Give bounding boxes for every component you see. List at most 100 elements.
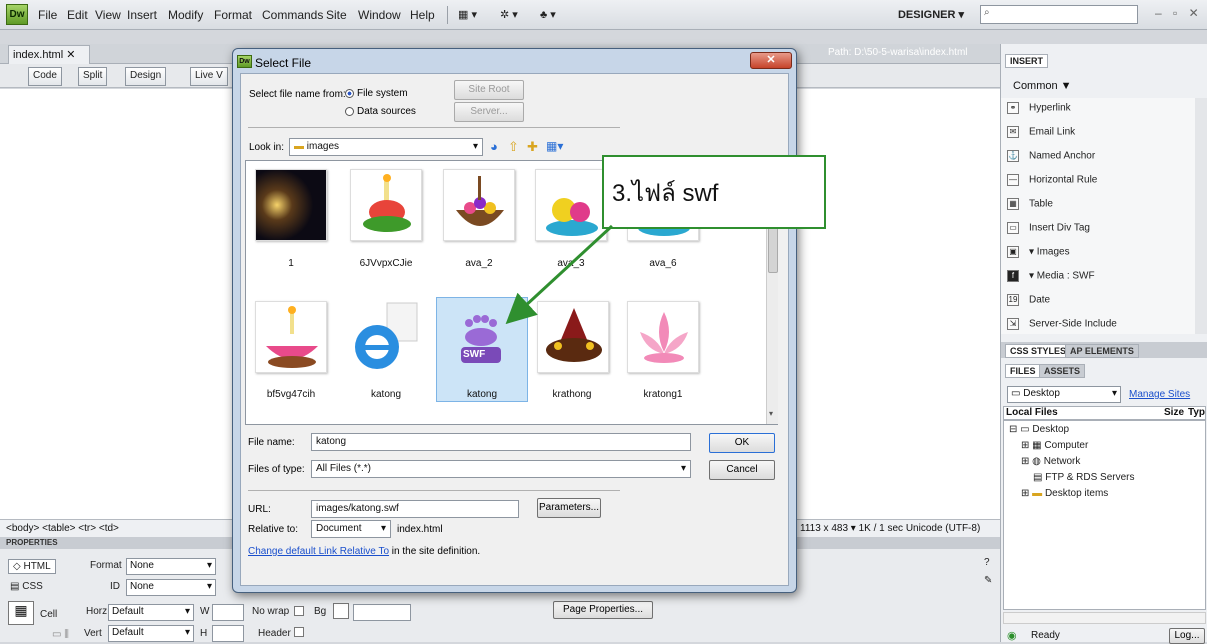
- tag-selector[interactable]: <body> <table> <tr> <td>: [6, 523, 119, 534]
- insert-named-anchor[interactable]: ⚓ Named Anchor: [1007, 150, 1095, 162]
- bg-color-input[interactable]: [353, 604, 411, 621]
- site-select[interactable]: ▭ Desktop ▾: [1007, 386, 1121, 403]
- up-folder-icon[interactable]: ⇧: [508, 139, 519, 155]
- callout-arrow: [505, 224, 614, 325]
- menu-view[interactable]: View: [95, 8, 121, 22]
- extend-menu-icon[interactable]: ✲ ▾: [500, 8, 518, 21]
- html-mode-button[interactable]: ◇ HTML: [8, 559, 56, 574]
- css-styles-tab[interactable]: CSS STYLES: [1005, 344, 1072, 358]
- menu-window[interactable]: Window: [358, 8, 401, 22]
- insert-hyperlink[interactable]: ⚭ Hyperlink: [1007, 102, 1071, 114]
- local-files-col[interactable]: Local Files: [1006, 407, 1058, 418]
- help-icon[interactable]: ?: [984, 557, 990, 568]
- insert-date[interactable]: 19 Date: [1007, 294, 1050, 306]
- file-name-input[interactable]: katong: [311, 433, 691, 451]
- id-select[interactable]: None ▾: [126, 579, 216, 596]
- site-menu-icon[interactable]: ♣ ▾: [540, 8, 556, 21]
- menu-format[interactable]: Format: [214, 8, 252, 22]
- change-default-link[interactable]: Change default Link Relative To: [248, 546, 389, 557]
- design-view-button[interactable]: Design: [125, 67, 167, 86]
- view-menu-icon[interactable]: ▦▾: [546, 139, 563, 153]
- close-tab-icon[interactable]: ✕: [66, 49, 75, 61]
- horz-label: Horz: [86, 606, 108, 617]
- menu-help[interactable]: Help: [410, 8, 435, 22]
- tab-index-html[interactable]: index.html ✕: [8, 45, 90, 64]
- css-mode-button[interactable]: ▤ CSS: [10, 581, 43, 592]
- cell-icon[interactable]: ▦: [8, 601, 34, 625]
- tree-desktop-items[interactable]: ⊞ ▬ Desktop items: [1021, 488, 1108, 499]
- menu-site[interactable]: Site: [326, 8, 347, 22]
- file-thumb-katong-html[interactable]: [347, 301, 419, 373]
- tree-computer[interactable]: ⊞ ▦ Computer: [1021, 440, 1088, 451]
- data-sources-radio[interactable]: Data sources: [345, 106, 416, 117]
- new-folder-icon[interactable]: ✚: [527, 139, 538, 155]
- files-hscrollbar[interactable]: [1003, 612, 1206, 624]
- chevron-down-icon: ▾: [184, 627, 190, 638]
- horz-select[interactable]: Default ▾: [108, 604, 194, 621]
- assets-tab[interactable]: ASSETS: [1039, 364, 1086, 378]
- insert-scrollbar[interactable]: [1195, 98, 1207, 334]
- tree-label: Network: [1043, 456, 1081, 467]
- look-in-select[interactable]: ▬ images ▾: [289, 138, 483, 156]
- back-icon[interactable]: ◕: [490, 139, 498, 154]
- insert-panel-tab[interactable]: INSERT: [1005, 54, 1049, 68]
- layout-menu-icon[interactable]: ▦ ▾: [458, 8, 477, 21]
- css-icon: ▤: [10, 581, 23, 592]
- dialog-close-button[interactable]: ✕: [750, 52, 792, 69]
- menu-insert[interactable]: Insert: [127, 8, 157, 22]
- cancel-button[interactable]: Cancel: [709, 460, 775, 480]
- ok-button[interactable]: OK: [709, 433, 775, 453]
- vert-select[interactable]: Default ▾: [108, 625, 194, 642]
- search-input[interactable]: ⌕: [980, 5, 1138, 24]
- page-properties-button[interactable]: Page Properties...: [553, 601, 653, 619]
- merge-split-icon[interactable]: ▭ ⫼: [52, 629, 69, 640]
- file-type-select[interactable]: All Files (*.*) ▾: [311, 460, 691, 478]
- height-input[interactable]: [212, 625, 244, 642]
- tree-network[interactable]: ⊞ ◍ Network: [1021, 456, 1080, 467]
- menu-commands[interactable]: Commands: [262, 8, 323, 22]
- relative-to-select[interactable]: Document ▾: [311, 520, 391, 538]
- nowrap-checkbox[interactable]: [294, 606, 304, 616]
- html-icon: ◇: [13, 561, 24, 572]
- file-thumb-6jvvpxcjie[interactable]: [350, 169, 422, 241]
- ap-elements-tab[interactable]: AP ELEMENTS: [1065, 344, 1139, 358]
- files-tab[interactable]: FILES: [1005, 364, 1041, 378]
- url-input[interactable]: images/katong.swf: [311, 500, 519, 518]
- scroll-down-icon[interactable]: ▾: [769, 409, 773, 418]
- insert-category-select[interactable]: Common ▼: [1013, 80, 1072, 92]
- type-col[interactable]: Typ: [1188, 407, 1205, 418]
- menu-file[interactable]: File: [38, 8, 57, 22]
- window-size[interactable]: 1113 x 483 ▾ 1K / 1 sec Unicode (UTF-8): [800, 523, 980, 534]
- file-system-radio[interactable]: File system: [345, 88, 408, 99]
- manage-sites-link[interactable]: Manage Sites: [1129, 389, 1190, 400]
- quick-tag-editor-icon[interactable]: ✎: [984, 575, 992, 586]
- insert-horizontal-rule[interactable]: ― Horizontal Rule: [1007, 174, 1097, 186]
- workspace-switcher[interactable]: DESIGNER ▾: [886, 5, 976, 25]
- menu-modify[interactable]: Modify: [168, 8, 203, 22]
- insert-media-swf[interactable]: f ▾ Media : SWF: [1007, 270, 1095, 282]
- file-thumb-1[interactable]: [255, 169, 327, 241]
- live-view-button[interactable]: Live V: [190, 67, 228, 86]
- insert-email-link[interactable]: ✉ Email Link: [1007, 126, 1075, 138]
- file-thumb-kratong1[interactable]: [627, 301, 699, 373]
- nowrap-label: No wrap: [252, 606, 290, 617]
- tree-ftp[interactable]: ▤ FTP & RDS Servers: [1033, 472, 1135, 483]
- width-input[interactable]: [212, 604, 244, 621]
- insert-ssi[interactable]: ⇲ Server-Side Include: [1007, 318, 1117, 330]
- file-thumb-bf5vg47cih[interactable]: [255, 301, 327, 373]
- size-col[interactable]: Size: [1164, 407, 1184, 418]
- parameters-button[interactable]: Parameters...: [537, 498, 601, 518]
- window-controls[interactable]: – ▫ ✕: [1155, 6, 1203, 20]
- insert-table[interactable]: ▦ Table: [1007, 198, 1053, 210]
- site-root-button[interactable]: Site Root: [454, 80, 524, 100]
- insert-div-tag[interactable]: ▭ Insert Div Tag: [1007, 222, 1090, 234]
- header-checkbox[interactable]: [294, 627, 304, 637]
- server-button[interactable]: Server...: [454, 102, 524, 122]
- menu-edit[interactable]: Edit: [67, 8, 88, 22]
- code-view-button[interactable]: Code: [28, 67, 62, 86]
- bg-color-swatch[interactable]: [333, 603, 349, 619]
- tree-desktop[interactable]: ⊟ ▭ Desktop: [1009, 424, 1069, 435]
- format-select[interactable]: None ▾: [126, 558, 216, 575]
- split-view-button[interactable]: Split: [78, 67, 108, 86]
- insert-images[interactable]: ▣ ▾ Images: [1007, 246, 1070, 258]
